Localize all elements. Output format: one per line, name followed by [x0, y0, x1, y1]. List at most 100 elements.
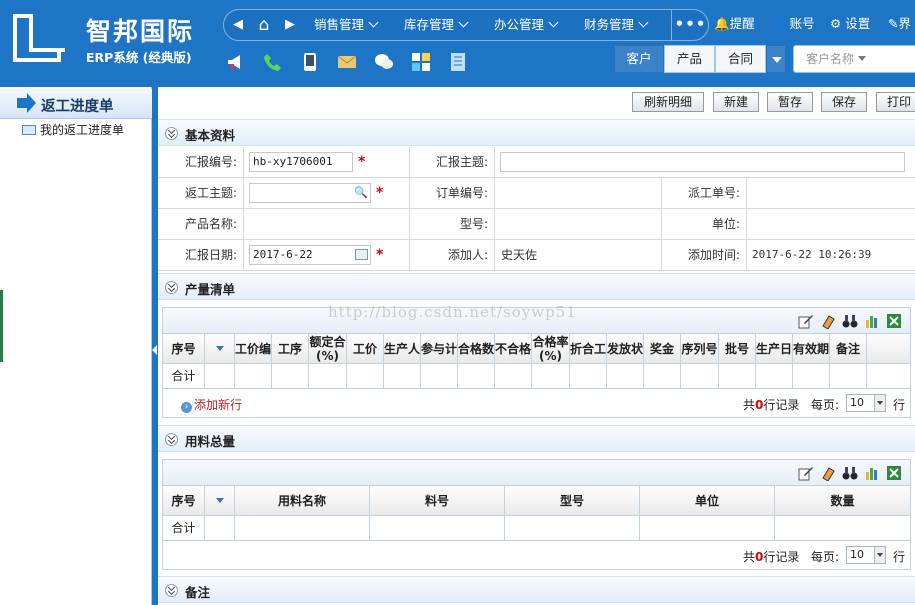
binoculars-icon[interactable] — [842, 313, 858, 329]
nav-office[interactable]: 办公管理 — [494, 10, 559, 40]
excel-export-icon[interactable] — [886, 313, 902, 329]
calendar-icon[interactable] — [355, 249, 368, 260]
sidebar-item-my-rework[interactable]: 我的返工进度单 — [22, 121, 124, 138]
clear-icon[interactable] — [820, 465, 836, 481]
unit-value — [747, 209, 915, 240]
col-pass-rate[interactable]: 合格率(%) — [532, 334, 570, 364]
col-model[interactable]: 型号 — [505, 486, 640, 516]
section-basic-header[interactable]: 基本资料 — [158, 119, 915, 146]
nav-sales[interactable]: 销售管理 — [314, 10, 379, 40]
report-no-input[interactable]: hb-xy1706001 — [249, 152, 353, 172]
binoculars-icon[interactable] — [842, 465, 858, 481]
col-release[interactable]: 发放状 — [607, 334, 644, 364]
col-prod-date[interactable]: 生产日 — [756, 334, 793, 364]
caret-down-icon — [858, 56, 867, 61]
wechat-icon[interactable] — [374, 52, 394, 72]
bar-chart-icon[interactable] — [864, 465, 880, 481]
per-page-select[interactable]: 10 — [846, 394, 886, 412]
section-material-title: 用料总量 — [185, 434, 236, 449]
collapse-chevron-icon[interactable] — [165, 433, 178, 446]
section-remark-header[interactable]: 备注 — [158, 576, 915, 603]
save-button[interactable]: 保存 — [821, 92, 867, 112]
home-icon[interactable]: ⌂ — [254, 10, 274, 40]
report-date-input[interactable]: 2017-6-22 — [249, 245, 371, 265]
col-seq[interactable]: 序号 — [163, 486, 205, 516]
add-row-button[interactable]: › 添加新行 — [181, 396, 242, 413]
col-sort[interactable] — [205, 334, 235, 364]
col-bonus[interactable]: 奖金 — [644, 334, 681, 364]
col-material-no[interactable]: 料号 — [370, 486, 505, 516]
report-subject-input[interactable] — [500, 152, 905, 172]
col-wage-code[interactable]: 工价编 — [235, 334, 272, 364]
rework-subject-input[interactable] — [249, 183, 371, 203]
new-button[interactable]: 新建 — [713, 92, 759, 112]
print-button[interactable]: 打印 — [876, 92, 915, 112]
total-label: 合计 — [163, 364, 205, 389]
collapse-chevron-icon[interactable] — [165, 281, 178, 294]
exit-link[interactable]: ✎界 — [888, 13, 911, 32]
collapse-chevron-icon[interactable] — [165, 127, 178, 140]
product-name-label: 产品名称: — [158, 209, 244, 240]
report-subject-cell — [495, 147, 915, 178]
document-icon[interactable] — [448, 52, 468, 72]
col-material-name[interactable]: 用料名称 — [235, 486, 370, 516]
col-batch[interactable]: 批号 — [719, 334, 756, 364]
nav-next-icon[interactable]: ▶ — [280, 10, 300, 40]
section-output-header[interactable]: 产量清单 — [158, 273, 915, 300]
chevron-down-icon — [638, 17, 649, 28]
col-converted[interactable]: 折合工 — [570, 334, 607, 364]
order-no-label: 订单编号: — [410, 178, 495, 209]
col-remark[interactable]: 备注 — [830, 334, 867, 364]
account-link[interactable]: 👤账号 — [774, 13, 815, 32]
phone-icon[interactable] — [263, 52, 283, 72]
bar-chart-icon[interactable] — [864, 313, 880, 329]
nav-more-button[interactable]: ••• — [671, 10, 709, 40]
mail-icon[interactable] — [337, 52, 357, 72]
col-unqualified[interactable]: 不合格 — [495, 334, 532, 364]
edit-columns-icon[interactable] — [798, 313, 814, 329]
table-cell — [830, 364, 867, 389]
per-page-select[interactable]: 10 — [846, 546, 886, 564]
section-remark-title: 备注 — [185, 585, 211, 600]
tab-product[interactable]: 产品 — [664, 45, 715, 73]
required-mark: * — [376, 185, 384, 201]
section-material-header[interactable]: 用料总量 — [158, 425, 915, 452]
col-expiry[interactable]: 有效期 — [793, 334, 830, 364]
nav-inventory[interactable]: 库存管理 — [404, 10, 469, 40]
col-qualified[interactable]: 合格数 — [458, 334, 495, 364]
edit-columns-icon[interactable] — [798, 465, 814, 481]
col-quantity[interactable]: 数量 — [775, 486, 910, 516]
nav-finance[interactable]: 财务管理 — [584, 10, 649, 40]
tab-contract[interactable]: 合同 — [715, 45, 766, 73]
output-total-row: 合计 — [163, 364, 910, 389]
search-icon[interactable]: 🔍 — [354, 178, 368, 208]
segment-dropdown-button[interactable] — [766, 45, 786, 73]
settings-link[interactable]: ⚙ 设置 — [830, 13, 870, 32]
refresh-detail-button[interactable]: 刷新明细 — [632, 92, 704, 112]
excel-export-icon[interactable] — [886, 465, 902, 481]
clear-icon[interactable] — [820, 313, 836, 329]
col-seq[interactable]: 序号 — [163, 334, 205, 364]
remind-link[interactable]: 🔔提醒 — [714, 13, 755, 32]
grid-apps-icon[interactable] — [411, 52, 431, 72]
col-process[interactable]: 工序 — [272, 334, 309, 364]
col-producer[interactable]: 生产人 — [384, 334, 421, 364]
top-nav: ◀ ⌂ ▶ 销售管理 库存管理 办公管理 财务管理 ••• — [223, 9, 709, 41]
customer-search-input[interactable]: 客户名称 — [793, 45, 915, 73]
mobile-icon[interactable] — [300, 52, 320, 72]
form-row-4: 汇报日期: 2017-6-22 * 添加人: 史天佐 添加时间: 2017-6-… — [158, 240, 915, 271]
col-serial[interactable]: 序列号 — [681, 334, 719, 364]
draft-button[interactable]: 暂存 — [767, 92, 813, 112]
col-participate[interactable]: 参与计 — [421, 334, 458, 364]
col-wage[interactable]: 工价 — [347, 334, 384, 364]
report-subject-label: 汇报主题: — [410, 147, 495, 178]
tab-customer[interactable]: 客户 — [614, 45, 664, 73]
table-cell — [644, 364, 681, 389]
table-cell — [235, 516, 370, 541]
collapse-chevron-icon[interactable] — [165, 584, 178, 597]
col-rated[interactable]: 额定合(%) — [309, 334, 347, 364]
col-unit[interactable]: 单位 — [640, 486, 775, 516]
col-sort[interactable] — [205, 486, 235, 516]
nav-prev-icon[interactable]: ◀ — [228, 10, 248, 40]
megaphone-icon[interactable] — [226, 52, 246, 72]
